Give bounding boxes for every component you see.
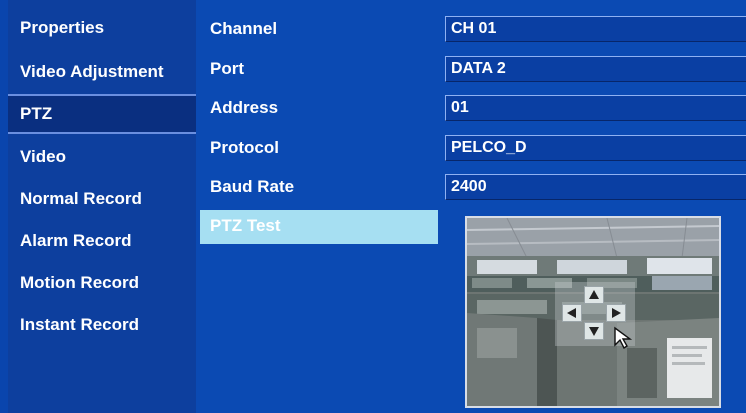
baud-rate-label: Baud Rate <box>210 177 295 196</box>
address-field[interactable]: 01 <box>445 95 746 121</box>
sidebar-item-normal-record[interactable]: Normal Record <box>8 179 196 219</box>
sidebar-item-video[interactable]: Video <box>8 137 196 177</box>
ptz-settings-screen: Properties Video Adjustment PTZ Video No… <box>0 0 746 413</box>
arrow-down-icon[interactable] <box>584 322 604 340</box>
address-label: Address <box>210 98 279 117</box>
channel-label: Channel <box>210 19 278 38</box>
port-label: Port <box>210 59 244 78</box>
arrow-right-icon[interactable] <box>606 304 626 322</box>
protocol-label: Protocol <box>210 138 279 157</box>
port-field[interactable]: DATA 2 <box>445 56 746 82</box>
sidebar-item-ptz[interactable]: PTZ <box>8 94 196 134</box>
sidebar-item-motion-record[interactable]: Motion Record <box>8 263 196 303</box>
sidebar-item-instant-record[interactable]: Instant Record <box>8 305 196 345</box>
baud-rate-field[interactable]: 2400 <box>445 174 746 200</box>
camera-preview[interactable] <box>465 216 721 408</box>
sidebar-item-alarm-record[interactable]: Alarm Record <box>8 221 196 261</box>
protocol-field[interactable]: PELCO_D <box>445 135 746 161</box>
settings-sidebar: Properties Video Adjustment PTZ Video No… <box>8 0 196 413</box>
sidebar-item-video-adjustment[interactable]: Video Adjustment <box>8 52 196 92</box>
arrow-up-icon[interactable] <box>584 286 604 304</box>
ptz-control-pad <box>555 282 635 346</box>
arrow-left-icon[interactable] <box>562 304 582 322</box>
sidebar-item-properties[interactable]: Properties <box>8 8 196 48</box>
mouse-pointer-icon <box>613 326 635 350</box>
channel-field[interactable]: CH 01 <box>445 16 746 42</box>
ptz-test-button[interactable]: PTZ Test <box>200 210 438 244</box>
